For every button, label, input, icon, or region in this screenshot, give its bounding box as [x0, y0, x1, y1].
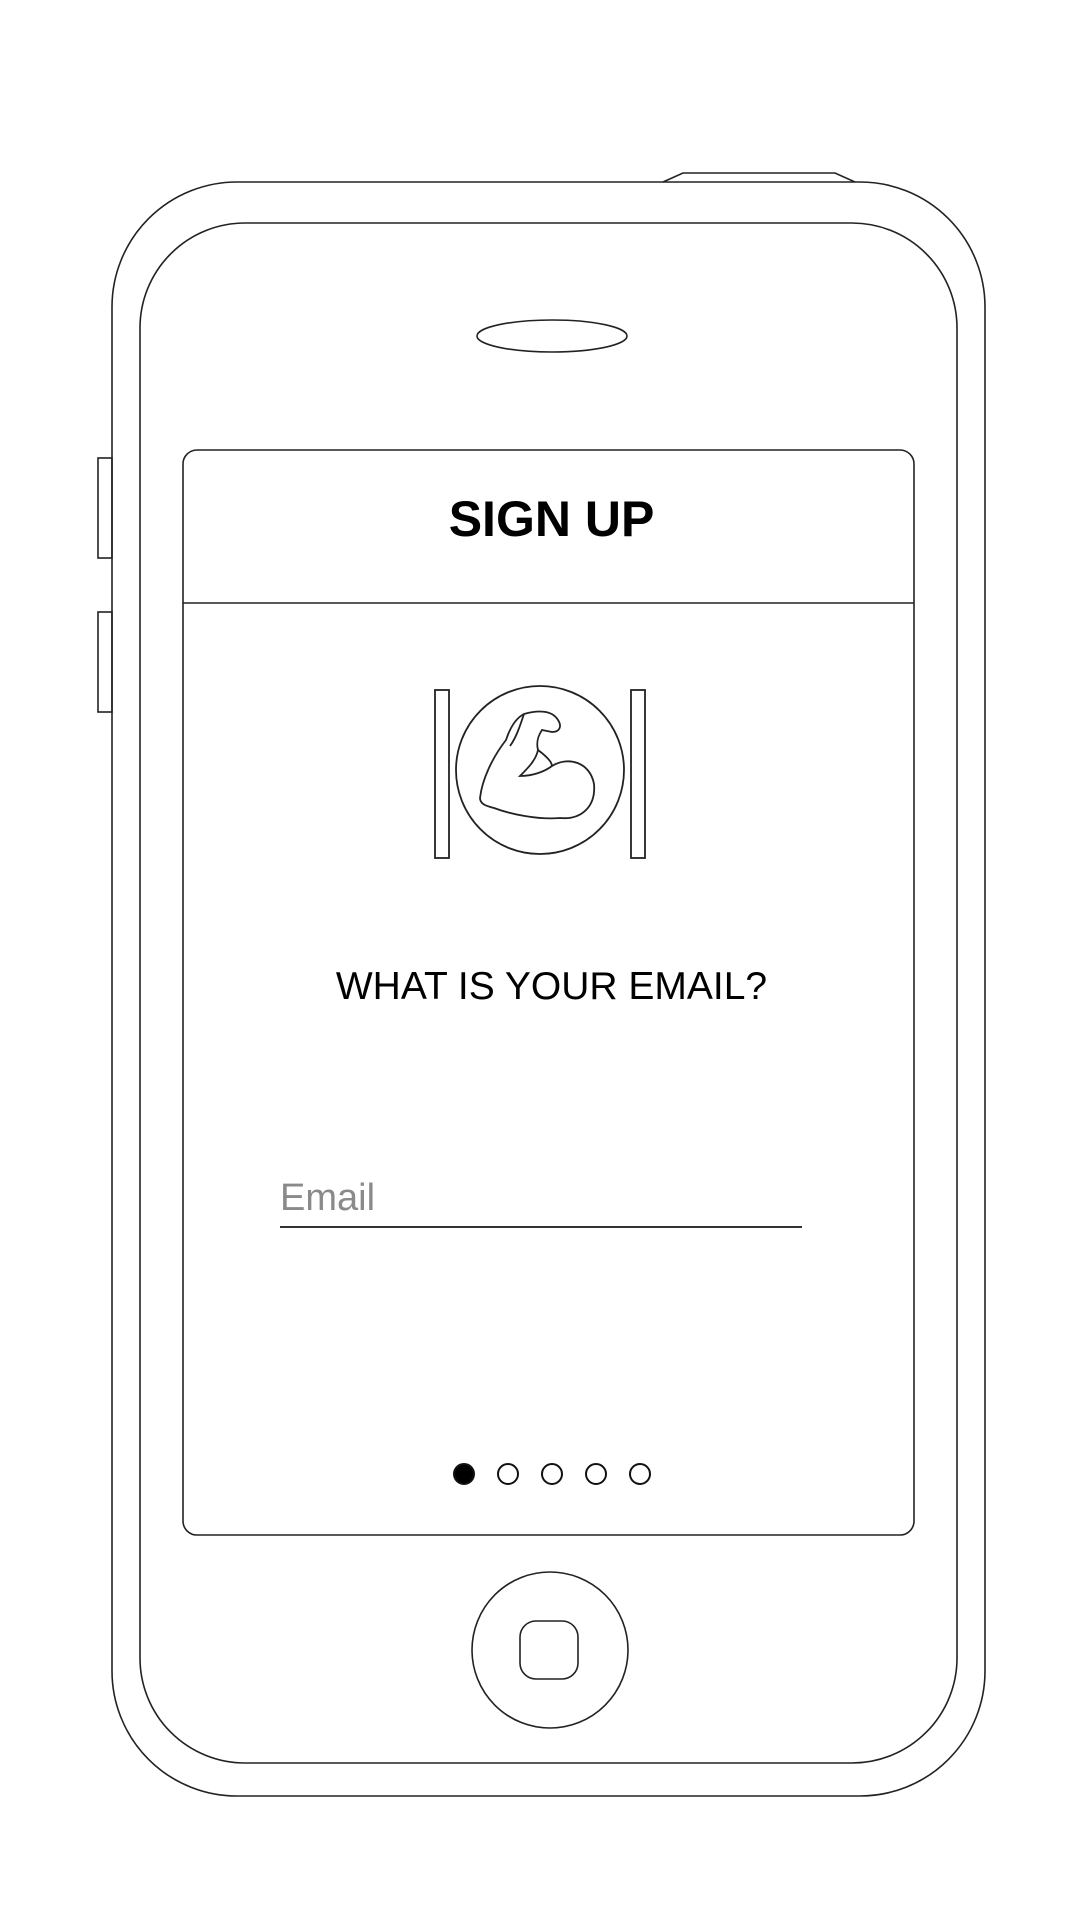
- flexed-bicep-icon: [479, 710, 595, 820]
- page-dot-5[interactable]: [628, 1463, 651, 1485]
- home-button-square-icon: [519, 1620, 579, 1680]
- page-title: SIGN UP: [448, 491, 655, 547]
- volume-down-button: [97, 611, 113, 713]
- page-dot-4[interactable]: [584, 1463, 607, 1485]
- home-button: [471, 1571, 629, 1729]
- earpiece-speaker: [476, 319, 628, 353]
- page-dot-3[interactable]: [540, 1463, 563, 1485]
- email-question: WHAT IS YOUR EMAIL?: [335, 965, 768, 1008]
- power-button: [662, 172, 856, 183]
- logo-right-bar: [630, 689, 646, 859]
- page-dot-1[interactable]: [452, 1463, 475, 1485]
- volume-up-button: [97, 457, 113, 559]
- email-field[interactable]: [280, 1170, 802, 1228]
- logo-left-bar: [434, 689, 450, 859]
- phone-frame: [97, 172, 986, 1797]
- app-logo: [434, 685, 646, 859]
- page-dot-2[interactable]: [496, 1463, 519, 1485]
- page-indicator: [185, 1463, 918, 1485]
